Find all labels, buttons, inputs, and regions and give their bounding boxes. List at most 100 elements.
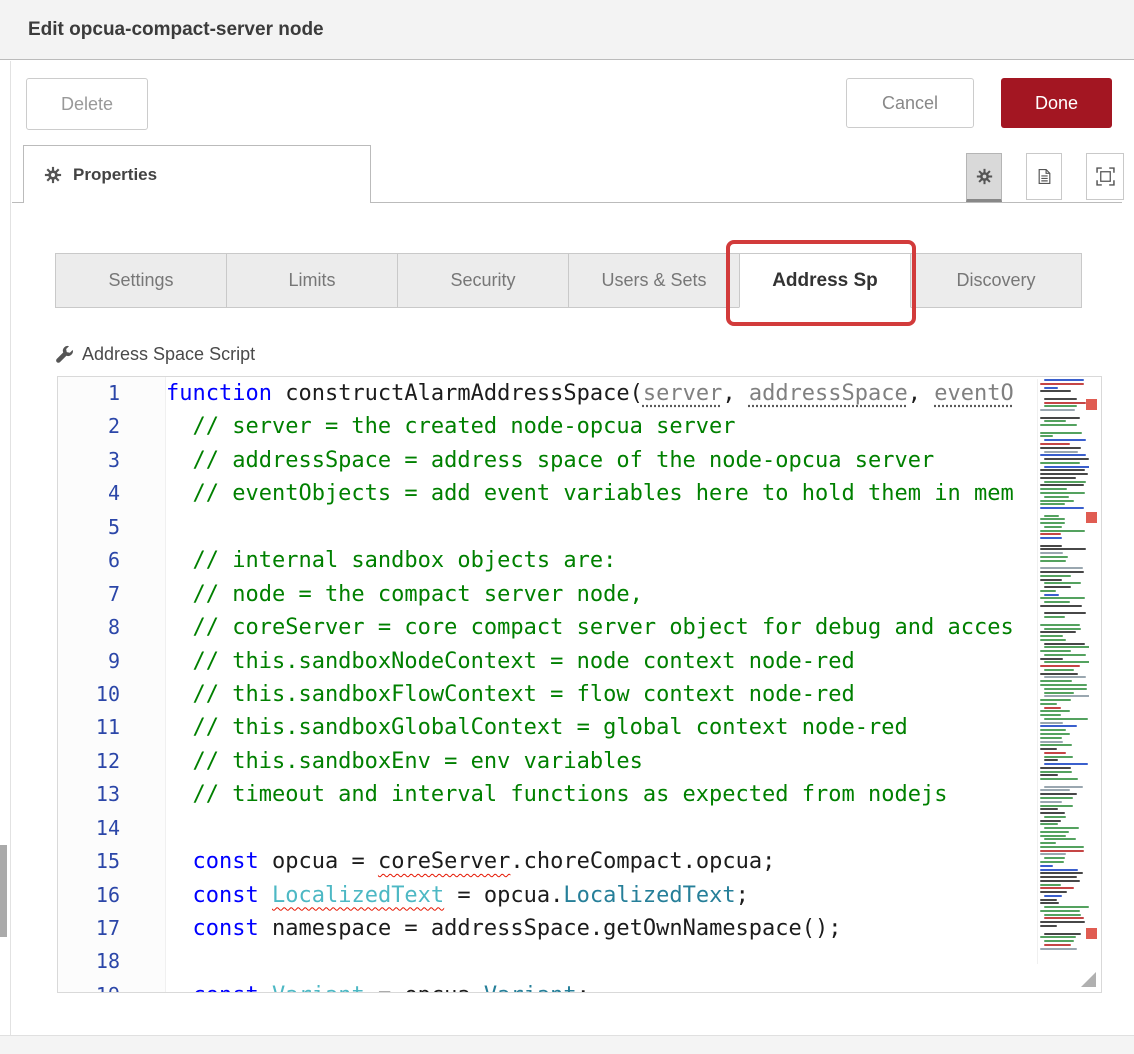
tab-address-sp[interactable]: Address Sp: [739, 253, 911, 308]
tab-limits[interactable]: Limits: [226, 253, 398, 308]
left-divider: [10, 61, 11, 1054]
minimap-row: [1040, 744, 1072, 746]
minimap-row: [1040, 454, 1086, 456]
minimap-row: [1044, 695, 1089, 697]
tab-settings[interactable]: Settings: [55, 253, 227, 308]
minimap-row: [1044, 692, 1074, 694]
code-line[interactable]: // timeout and interval functions as exp…: [166, 778, 1037, 811]
line-number: 15: [58, 845, 165, 878]
code-line[interactable]: [166, 945, 1037, 978]
minimap-row: [1040, 808, 1058, 810]
code-line[interactable]: // internal sandbox objects are:: [166, 544, 1037, 577]
minimap-row: [1040, 571, 1084, 573]
tab-security[interactable]: Security: [397, 253, 569, 308]
properties-tab[interactable]: Properties: [23, 145, 371, 203]
minimap-row: [1040, 925, 1057, 927]
minimap-row: [1040, 865, 1053, 867]
editor-code[interactable]: function constructAlarmAddressSpace(serv…: [166, 377, 1037, 992]
minimap-row: [1040, 673, 1078, 675]
line-number: 5: [58, 511, 165, 544]
delete-button[interactable]: Delete: [26, 78, 148, 130]
left-scrollbar-thumb[interactable]: [0, 845, 7, 937]
code-line[interactable]: const LocalizedText = opcua.LocalizedTex…: [166, 879, 1037, 912]
minimap-row: [1040, 530, 1085, 532]
line-number: 3: [58, 444, 165, 477]
code-line[interactable]: [166, 511, 1037, 544]
overview-ruler: [1087, 377, 1101, 992]
minimap-row: [1040, 722, 1063, 724]
code-line[interactable]: [166, 812, 1037, 845]
minimap-row: [1044, 940, 1074, 942]
code-line[interactable]: const Variant = opcua.Variant;: [166, 979, 1037, 992]
minimap-row: [1044, 661, 1089, 663]
code-line[interactable]: // server = the created node-opcua serve…: [166, 410, 1037, 443]
editor-minimap[interactable]: [1037, 379, 1089, 964]
minimap-row: [1044, 616, 1065, 618]
minimap-row: [1040, 812, 1065, 814]
minimap-row: [1040, 548, 1086, 550]
editor-resize-grip[interactable]: [1081, 972, 1096, 987]
minimap-row: [1044, 466, 1089, 468]
minimap-row: [1040, 635, 1063, 637]
minimap-row: [1040, 831, 1069, 833]
tab-discovery[interactable]: Discovery: [910, 253, 1082, 308]
minimap-row: [1040, 424, 1077, 426]
line-number: 6: [58, 544, 165, 577]
minimap-row: [1040, 484, 1084, 486]
tab-label: Limits: [288, 270, 335, 291]
minimap-row: [1040, 658, 1063, 660]
line-number: 4: [58, 477, 165, 510]
tab-label: Users & Sets: [601, 270, 706, 291]
minimap-row: [1044, 917, 1084, 919]
minimap-row: [1044, 933, 1081, 935]
cancel-button[interactable]: Cancel: [846, 78, 974, 128]
line-number: 19: [58, 979, 165, 993]
code-line[interactable]: // node = the compact server node,: [166, 578, 1037, 611]
minimap-row: [1044, 857, 1065, 859]
minimap-row: [1040, 891, 1067, 893]
code-line[interactable]: // eventObjects = add event variables he…: [166, 477, 1037, 510]
minimap-row: [1040, 590, 1056, 592]
tab-label: Security: [450, 270, 515, 291]
code-line[interactable]: // addressSpace = address space of the n…: [166, 444, 1037, 477]
minimap-row: [1040, 492, 1085, 494]
line-number: 17: [58, 912, 165, 945]
minimap-row: [1044, 601, 1070, 603]
minimap-row: [1044, 816, 1066, 818]
code-line[interactable]: // this.sandboxNodeContext = node contex…: [166, 645, 1037, 678]
code-line[interactable]: const namespace = addressSpace.getOwnNam…: [166, 912, 1037, 945]
code-line[interactable]: // coreServer = core compact server obje…: [166, 611, 1037, 644]
minimap-row: [1044, 756, 1073, 758]
minimap-row: [1040, 729, 1066, 731]
minimap-row: [1044, 914, 1081, 916]
minimap-row: [1040, 409, 1075, 411]
edit-properties-button[interactable]: [966, 153, 1002, 202]
code-line[interactable]: // this.sandboxFlowContext = flow contex…: [166, 678, 1037, 711]
tab-label: Address Sp: [772, 270, 878, 292]
minimap-row: [1040, 579, 1062, 581]
tab-users-sets[interactable]: Users & Sets: [568, 253, 740, 308]
minimap-row: [1044, 752, 1066, 754]
code-line[interactable]: // this.sandboxEnv = env variables: [166, 745, 1037, 778]
document-icon: [1036, 167, 1053, 186]
minimap-row: [1040, 789, 1070, 791]
minimap-row: [1044, 906, 1089, 908]
minimap-row: [1040, 774, 1058, 776]
minimap-row: [1040, 390, 1071, 392]
code-line[interactable]: const opcua = coreServer.choreCompact.op…: [166, 845, 1037, 878]
tab-bar: Settings Limits Security Users & Sets Addres…: [55, 253, 1082, 308]
appearance-button[interactable]: [1086, 153, 1124, 200]
minimap-row: [1040, 850, 1084, 852]
minimap-row: [1044, 838, 1076, 840]
done-button[interactable]: Done: [1001, 78, 1112, 128]
minimap-row: [1040, 680, 1072, 682]
code-line[interactable]: // this.sandboxGlobalContext = global co…: [166, 711, 1037, 744]
minimap-row: [1040, 533, 1061, 535]
minimap-row: [1040, 869, 1078, 871]
minimap-row: [1040, 518, 1065, 520]
code-line[interactable]: function constructAlarmAddressSpace(serv…: [166, 377, 1037, 410]
minimap-row: [1040, 447, 1081, 449]
description-button[interactable]: [1026, 153, 1062, 200]
minimap-row: [1044, 612, 1086, 614]
minimap-row: [1044, 759, 1058, 761]
